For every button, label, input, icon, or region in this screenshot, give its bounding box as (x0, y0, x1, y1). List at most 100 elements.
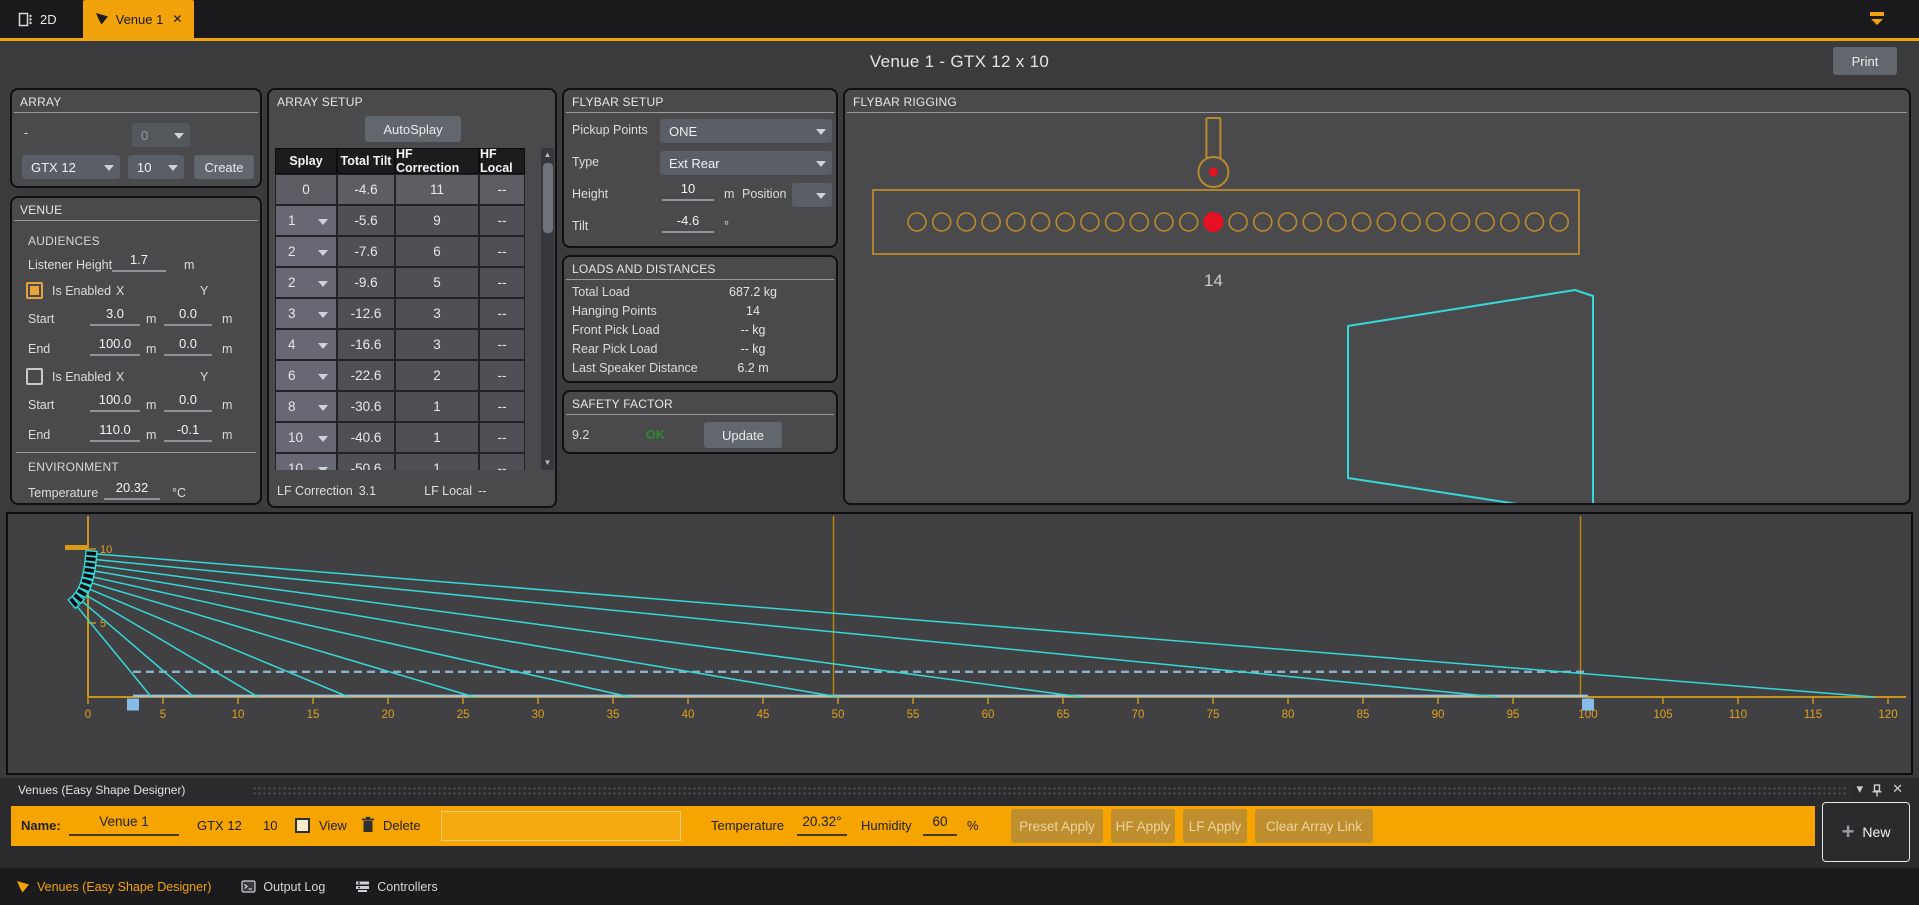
view-label[interactable]: View (319, 818, 347, 833)
scroll-down-icon[interactable]: ▼ (541, 456, 554, 470)
flybar-rigging-title: FLYBAR RIGGING (845, 90, 1909, 112)
flybar-type-dropdown[interactable]: Ext Rear (660, 151, 832, 175)
flybar-hole[interactable] (957, 213, 975, 231)
audience2-start-x-input[interactable]: 100.0 (90, 392, 140, 412)
scrollbar-thumb[interactable] (543, 163, 553, 233)
new-venue-button[interactable]: + New (1822, 802, 1910, 862)
flybar-hole[interactable] (908, 213, 926, 231)
new-button-label: New (1862, 824, 1890, 840)
preset-apply-button[interactable]: Preset Apply (1011, 809, 1103, 843)
audience1-end-x-input[interactable]: 100.0 (90, 336, 140, 356)
view-checkbox[interactable] (295, 818, 310, 833)
position-dropdown[interactable] (792, 183, 832, 207)
array-panel-title: ARRAY (12, 90, 260, 112)
flybar-hole[interactable] (1056, 213, 1074, 231)
create-button[interactable]: Create (194, 155, 254, 179)
locked-count-dropdown[interactable]: 0 (132, 123, 190, 147)
statusbar-tab-output-log[interactable]: Output Log (241, 880, 325, 894)
hf-apply-button[interactable]: HF Apply (1111, 809, 1175, 843)
splay-dropdown-cell[interactable]: 1 (275, 205, 337, 236)
flybar-hole[interactable] (1007, 213, 1025, 231)
flybar-hole[interactable] (1476, 213, 1494, 231)
flybar-hole[interactable] (1130, 213, 1148, 231)
flybar-hole[interactable] (1081, 213, 1099, 231)
2d-simulation-view[interactable]: 0510152025303540455055606570758085909510… (6, 512, 1913, 775)
splay-dropdown-cell[interactable]: 2 (275, 267, 337, 298)
pickup-points-dropdown[interactable]: ONE (660, 119, 832, 143)
audience2-enabled-checkbox[interactable] (26, 368, 43, 385)
temperature-input[interactable]: 20.32 (104, 480, 160, 500)
flybar-hole[interactable] (1451, 213, 1469, 231)
height-input[interactable]: 10 (662, 181, 714, 201)
flybar-hole[interactable] (1229, 213, 1247, 231)
flybar-hole[interactable] (1032, 213, 1050, 231)
autosplay-button[interactable]: AutoSplay (365, 116, 461, 142)
temperature-input[interactable]: 20.32° (797, 814, 847, 836)
panel-close-icon[interactable]: ✕ (1892, 781, 1903, 797)
splay-dropdown-cell[interactable]: 10 (275, 453, 337, 470)
flybar-hole[interactable] (1155, 213, 1173, 231)
panel-pin-icon[interactable] (1871, 784, 1883, 797)
flybar-hole[interactable] (1303, 213, 1321, 231)
safety-value: 9.2 (572, 428, 589, 442)
clear-array-link-button[interactable]: Clear Array Link (1255, 809, 1373, 843)
splay-dropdown-cell[interactable]: 6 (275, 360, 337, 391)
venue-model-text: GTX 12 (197, 818, 242, 833)
flybar-hole[interactable] (1106, 213, 1124, 231)
splay-dropdown-cell[interactable]: 2 (275, 236, 337, 267)
print-button[interactable]: Print (1833, 47, 1897, 75)
scroll-up-icon[interactable]: ▲ (541, 148, 554, 162)
audience-start-marker[interactable] (127, 699, 139, 711)
venue-notes-input[interactable] (441, 811, 681, 841)
lf-apply-button[interactable]: LF Apply (1183, 809, 1247, 843)
tab-2d[interactable]: 2D (6, 0, 69, 38)
statusbar-tab-venues[interactable]: Venues (Easy Shape Designer) (16, 880, 211, 894)
venue-name-input[interactable]: Venue 1 (69, 814, 179, 836)
flybar-hole[interactable] (1180, 213, 1198, 231)
audience1-end-y-input[interactable]: 0.0 (164, 336, 212, 356)
panel-chevron-down-icon[interactable]: ▾ (1856, 781, 1863, 797)
flybar-hole[interactable] (982, 213, 1000, 231)
flybar-hole[interactable] (933, 213, 951, 231)
tab-venue-1[interactable]: Venue 1 ✕ (83, 0, 195, 38)
flybar-hole[interactable] (1550, 213, 1568, 231)
tab-close-icon[interactable]: ✕ (172, 12, 182, 26)
flybar-hole-selected[interactable] (1203, 212, 1223, 232)
flybar-hole[interactable] (1254, 213, 1272, 231)
splay-dropdown-cell[interactable]: 8 (275, 391, 337, 422)
rigging-diagram[interactable]: 14 (845, 114, 1909, 503)
flybar-hole[interactable] (1427, 213, 1445, 231)
audience2-end-y-input[interactable]: -0.1 (164, 422, 212, 442)
x-tick-label: 95 (1507, 709, 1520, 721)
splay-dropdown-cell[interactable]: 10 (275, 422, 337, 453)
audience1-enabled-checkbox[interactable] (26, 282, 43, 299)
humidity-input[interactable]: 60 (923, 814, 957, 836)
splay-dropdown-cell[interactable]: 4 (275, 329, 337, 360)
delete-label[interactable]: Delete (383, 818, 421, 833)
audience1-start-x-input[interactable]: 3.0 (90, 306, 140, 326)
audience-end-marker[interactable] (1582, 699, 1594, 711)
tilt-input[interactable]: -4.6 (662, 213, 714, 233)
flybar-hole[interactable] (1402, 213, 1420, 231)
box-count-dropdown[interactable]: 10 (128, 155, 184, 179)
update-button[interactable]: Update (704, 422, 782, 448)
tab-overflow-icon[interactable] (1869, 12, 1885, 26)
flybar-hole[interactable] (1526, 213, 1544, 231)
tilt-unit: ° (724, 219, 729, 233)
flybar-hole[interactable] (1501, 213, 1519, 231)
table-scrollbar[interactable]: ▲ ▼ (541, 148, 554, 470)
hf-correction-cell: 1 (395, 422, 479, 453)
audience2-start-y-input[interactable]: 0.0 (164, 392, 212, 412)
flybar-hole[interactable] (1328, 213, 1346, 231)
flybar-hole[interactable] (1377, 213, 1395, 231)
audience2-end-x-input[interactable]: 110.0 (90, 422, 140, 442)
listener-height-input[interactable]: 1.7 (112, 252, 166, 272)
flybar-hole[interactable] (1353, 213, 1371, 231)
flybar-hole[interactable] (1279, 213, 1297, 231)
audience1-start-y-input[interactable]: 0.0 (164, 306, 212, 326)
splay-dropdown-cell[interactable]: 3 (275, 298, 337, 329)
hf-local-cell: -- (479, 174, 525, 205)
trash-icon[interactable] (361, 816, 375, 834)
statusbar-tab-controllers[interactable]: Controllers (355, 880, 437, 894)
speaker-model-dropdown[interactable]: GTX 12 (22, 155, 120, 179)
